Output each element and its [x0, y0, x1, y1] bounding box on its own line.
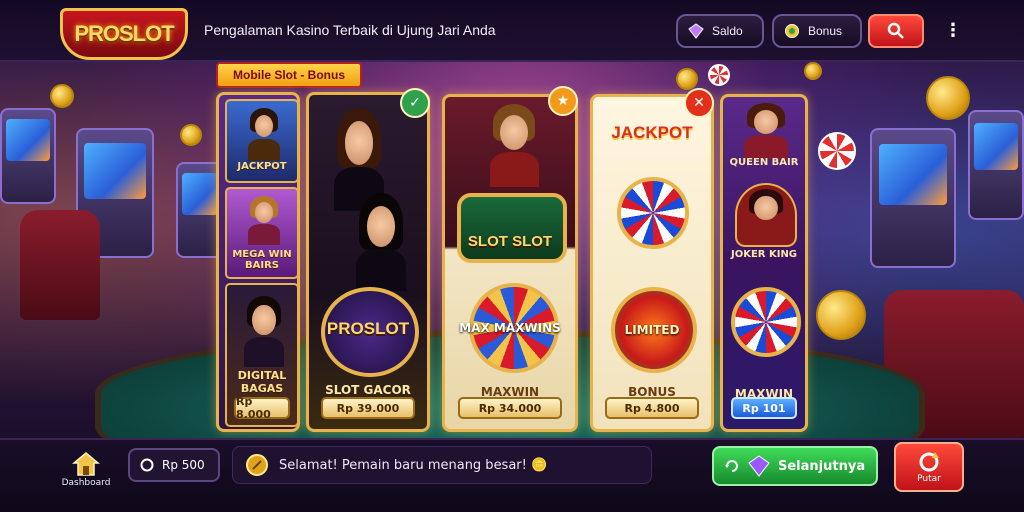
- game-logo-text: MAX MAXWINS: [459, 321, 561, 335]
- game-card-proslot[interactable]: PROSLOT SLOT GACOR Rp 39.000: [306, 92, 430, 432]
- game-card-slot[interactable]: SLOT SLOT MAX MAXWINS MAXWIN Rp 34.000: [442, 94, 578, 432]
- coin-icon: [785, 24, 799, 38]
- spin-button[interactable]: Putar: [894, 442, 964, 492]
- game-title: PROSLOT: [326, 319, 410, 338]
- mini-game-tile[interactable]: MEGA WIN BAIRS: [225, 187, 297, 279]
- close-button[interactable]: ✕: [684, 88, 714, 118]
- coin-decor: [676, 68, 698, 90]
- ticker-text: Selamat! Pemain baru menang besar! 🪙: [279, 457, 548, 473]
- slot-machine-right: [870, 128, 956, 268]
- chair-left: [20, 210, 100, 320]
- mini-game-tile[interactable]: JACKPOT: [225, 99, 297, 183]
- queen-portrait: [735, 99, 797, 159]
- balance-button[interactable]: Saldo: [676, 14, 764, 48]
- dashboard-button[interactable]: Dashboard: [56, 442, 116, 496]
- logo-text: PROSLOT: [74, 21, 174, 46]
- game-mid-label: JOKER KING: [730, 249, 798, 260]
- game-logo-text: LIMITED: [624, 323, 680, 337]
- game-card-stack[interactable]: JACKPOT MEGA WIN BAIRS DIGITAL BAGAS Rp …: [216, 92, 300, 432]
- spin-icon: [919, 452, 939, 472]
- gem-icon: [748, 455, 770, 477]
- game-title: SLOT SLOT: [467, 233, 553, 250]
- menu-button[interactable]: ⋮: [944, 20, 962, 41]
- slot-machine-left-far: [0, 108, 56, 204]
- game-subtitle: SLOT GACOR: [325, 383, 411, 397]
- spin-label: Putar: [917, 474, 941, 484]
- header-tagline: Pengalaman Kasino Terbaik di Ujung Jari …: [204, 22, 496, 38]
- game-title: JACKPOT: [611, 123, 693, 142]
- game-value: Rp 39.000: [320, 397, 416, 419]
- mini-game-tile[interactable]: DIGITAL BAGAS Rp 8.000: [225, 283, 297, 427]
- coin-decor: [180, 124, 202, 146]
- next-button[interactable]: Selanjutnya: [712, 446, 878, 486]
- game-value: Rp 34.000: [458, 397, 562, 419]
- hostess-portrait: [345, 187, 417, 291]
- bet-amount-label: Rp 500: [162, 458, 205, 472]
- favorite-button[interactable]: ★: [548, 86, 578, 116]
- joker-portrait: [735, 183, 797, 247]
- game-top-label: QUEEN BAIR: [729, 157, 799, 168]
- king-portrait: [479, 99, 549, 187]
- coin-icon: [246, 454, 268, 476]
- next-label: Selanjutnya: [778, 458, 866, 474]
- slot-machine-right-far: [968, 110, 1024, 220]
- game-value: Rp 8.000: [234, 395, 290, 421]
- coin-decor: [926, 76, 970, 120]
- mini-game-label: MEGA WIN BAIRS: [232, 249, 292, 271]
- search-icon: [887, 22, 904, 39]
- game-emblem: [457, 193, 567, 263]
- check-button[interactable]: ✓: [400, 88, 430, 118]
- game-card-queen[interactable]: QUEEN BAIR JOKER KING MAXWIN Rp 101: [720, 94, 808, 432]
- mini-game-label: DIGITAL BAGAS: [237, 369, 287, 395]
- game-value: Rp 101: [731, 397, 797, 419]
- promo-banner[interactable]: Mobile Slot - Bonus: [216, 62, 362, 88]
- chip-decor: [708, 64, 730, 86]
- balance-label: Saldo: [712, 24, 743, 38]
- coin-decor: [804, 62, 822, 80]
- game-chip: [731, 287, 801, 357]
- game-chip: [617, 177, 689, 249]
- dashboard-label: Dashboard: [61, 478, 111, 488]
- bet-amount-button[interactable]: Rp 500: [128, 448, 220, 482]
- coin-icon: [140, 458, 154, 472]
- mini-game-label: JACKPOT: [237, 161, 287, 172]
- game-value: Rp 4.800: [604, 397, 700, 419]
- coin-decor: [50, 84, 74, 108]
- game-card-jackpot[interactable]: JACKPOT LIMITED BONUS Rp 4.800: [590, 94, 714, 432]
- gem-icon: [688, 23, 704, 39]
- chip-decor: [818, 132, 856, 170]
- app-logo[interactable]: PROSLOT: [60, 8, 188, 60]
- refresh-icon: [725, 460, 738, 472]
- coin-decor: [816, 290, 866, 340]
- search-button[interactable]: [868, 14, 924, 48]
- house-icon: [72, 452, 100, 476]
- winner-ticker: Selamat! Pemain baru menang besar! 🪙: [232, 446, 652, 484]
- bonus-label: Bonus: [808, 24, 843, 38]
- bonus-button[interactable]: Bonus: [772, 14, 862, 48]
